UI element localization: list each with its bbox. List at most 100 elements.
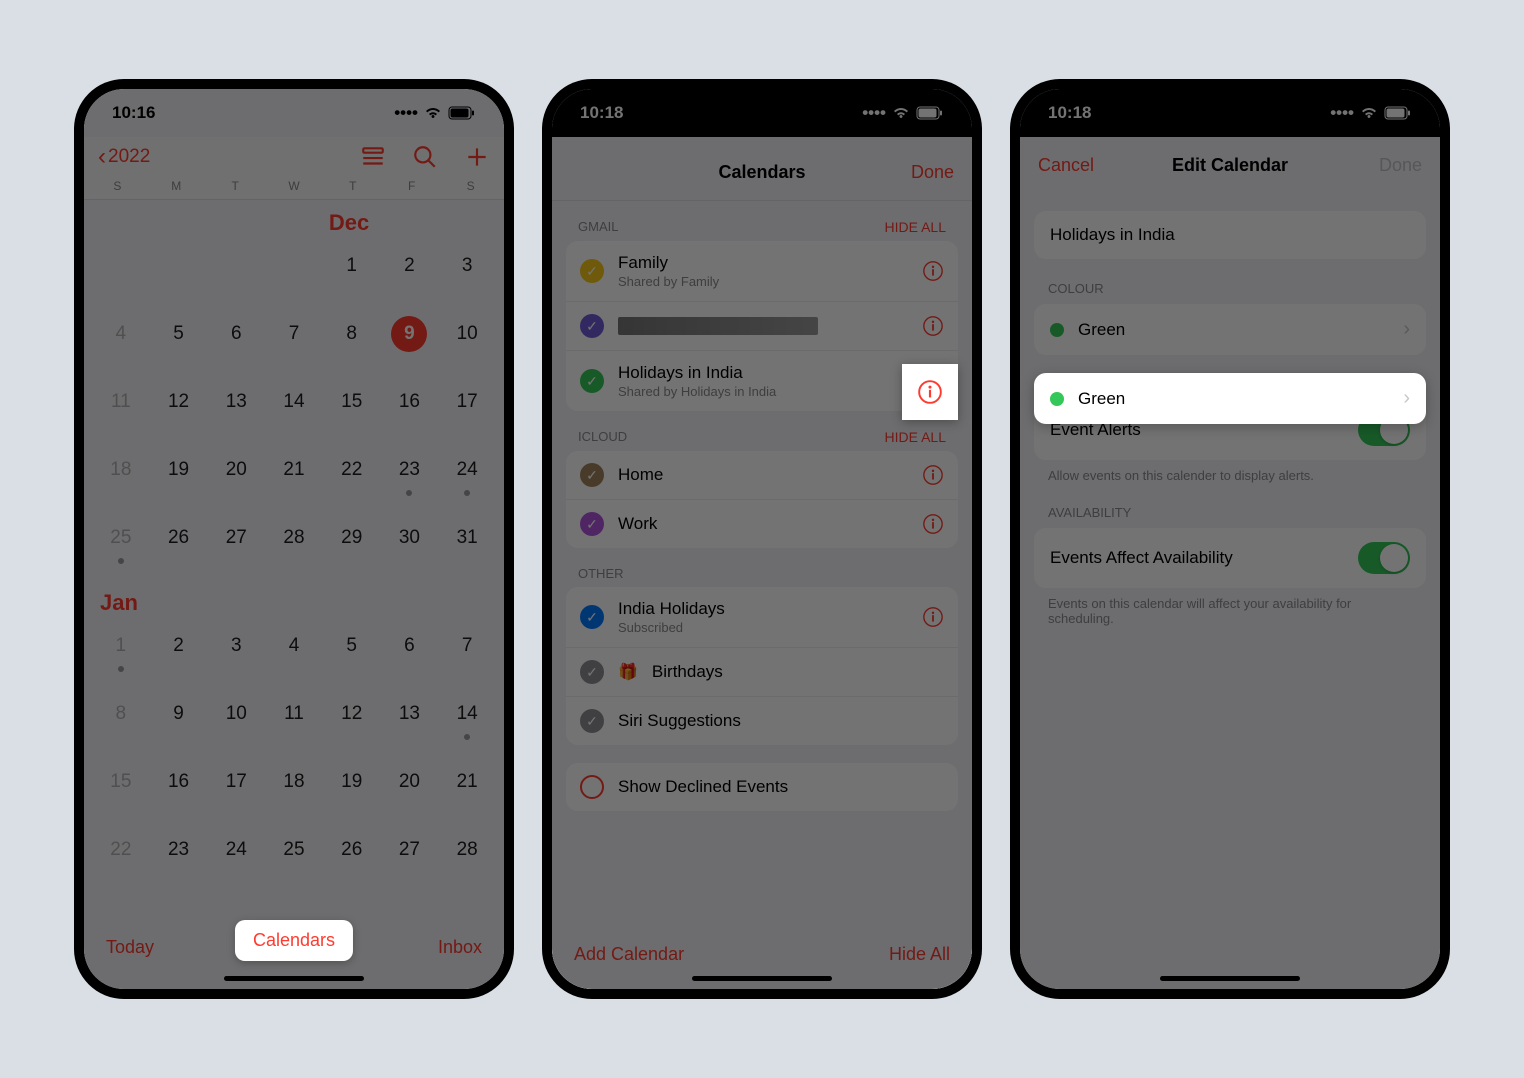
affect-availability-row[interactable]: Events Affect Availability <box>1034 528 1426 588</box>
day-cell[interactable]: 10 <box>438 308 496 376</box>
hide-all-gmail-button[interactable]: HIDE ALL <box>885 219 946 235</box>
day-cell[interactable]: 21 <box>438 756 496 824</box>
add-calendar-button[interactable]: Add Calendar <box>574 944 684 965</box>
show-declined-row[interactable]: Show Declined Events <box>566 763 958 811</box>
day-cell-today[interactable]: 9 <box>381 308 439 376</box>
colour-row[interactable]: Green › <box>1034 304 1426 355</box>
day-cell[interactable]: 18 <box>265 756 323 824</box>
day-cell[interactable]: 22 <box>92 824 150 880</box>
done-button[interactable]: Done <box>911 162 954 183</box>
day-cell[interactable]: 19 <box>150 444 208 512</box>
day-cell[interactable]: 12 <box>150 376 208 444</box>
cancel-button[interactable]: Cancel <box>1038 155 1094 176</box>
calendar-row-india-holidays[interactable]: ✓ India Holidays Subscribed <box>566 587 958 648</box>
day-cell[interactable]: 19 <box>323 756 381 824</box>
day-cell[interactable]: 21 <box>265 444 323 512</box>
home-indicator[interactable] <box>1160 976 1300 981</box>
day-cell[interactable]: 18 <box>92 444 150 512</box>
today-button[interactable]: Today <box>106 937 154 958</box>
day-cell[interactable]: 2 <box>381 240 439 308</box>
day-cell[interactable]: 25 <box>265 824 323 880</box>
calendar-name-field[interactable]: Holidays in India <box>1034 211 1426 259</box>
day-cell[interactable]: 3 <box>438 240 496 308</box>
colour-row-highlight[interactable]: Green › <box>1034 373 1426 424</box>
calendar-row-family[interactable]: ✓ Family Shared by Family <box>566 241 958 302</box>
day-cell[interactable]: 7 <box>265 308 323 376</box>
day-cell[interactable]: 15 <box>323 376 381 444</box>
day-cell[interactable]: 27 <box>381 824 439 880</box>
day-cell[interactable]: 14 <box>265 376 323 444</box>
day-cell[interactable]: 12 <box>323 688 381 756</box>
day-cell[interactable]: 30 <box>381 512 439 580</box>
search-icon[interactable] <box>412 144 438 170</box>
day-cell[interactable]: 13 <box>381 688 439 756</box>
day-cell[interactable]: 6 <box>381 620 439 688</box>
day-cell[interactable]: 4 <box>92 308 150 376</box>
day-cell[interactable]: 20 <box>381 756 439 824</box>
day-cell[interactable]: 25 <box>92 512 150 580</box>
day-cell[interactable]: 31 <box>438 512 496 580</box>
add-event-icon[interactable] <box>464 144 490 170</box>
day-cell[interactable]: 17 <box>207 756 265 824</box>
calendar-row-home[interactable]: ✓ Home <box>566 451 958 500</box>
day-cell[interactable]: 1 <box>323 240 381 308</box>
day-cell[interactable]: 11 <box>265 688 323 756</box>
calendar-row-holidays-india[interactable]: ✓ Holidays in India Shared by Holidays i… <box>566 351 958 411</box>
day-cell[interactable]: 26 <box>323 824 381 880</box>
hide-all-icloud-button[interactable]: HIDE ALL <box>885 429 946 445</box>
radio-unchecked-icon <box>580 775 604 799</box>
inbox-button[interactable]: Inbox <box>438 937 482 958</box>
back-year-button[interactable]: ‹ 2022 <box>98 143 150 171</box>
day-cell[interactable]: 23 <box>150 824 208 880</box>
day-cell[interactable]: 28 <box>438 824 496 880</box>
day-cell[interactable]: 22 <box>323 444 381 512</box>
day-cell[interactable]: 16 <box>381 376 439 444</box>
home-indicator[interactable] <box>224 976 364 981</box>
day-cell[interactable]: 26 <box>150 512 208 580</box>
day-cell[interactable]: 11 <box>92 376 150 444</box>
color-swatch-icon <box>1050 323 1064 337</box>
chevron-left-icon: ‹ <box>98 143 106 171</box>
day-cell[interactable]: 13 <box>207 376 265 444</box>
day-cell[interactable]: 29 <box>323 512 381 580</box>
day-cell[interactable]: 16 <box>150 756 208 824</box>
day-cell[interactable]: 24 <box>438 444 496 512</box>
day-cell[interactable]: 4 <box>265 620 323 688</box>
info-icon[interactable] <box>922 464 944 486</box>
calendar-row-siri[interactable]: ✓ Siri Suggestions <box>566 697 958 745</box>
day-cell[interactable]: 8 <box>92 688 150 756</box>
day-cell[interactable]: 9 <box>150 688 208 756</box>
day-cell[interactable]: 17 <box>438 376 496 444</box>
day-cell[interactable]: 27 <box>207 512 265 580</box>
day-cell[interactable]: 28 <box>265 512 323 580</box>
affect-availability-toggle[interactable] <box>1358 542 1410 574</box>
calendars-button-highlight[interactable]: Calendars <box>235 920 353 961</box>
day-cell[interactable]: 23 <box>381 444 439 512</box>
info-icon[interactable] <box>922 513 944 535</box>
icloud-section-header: ICLOUD <box>578 429 627 445</box>
day-cell[interactable]: 8 <box>323 308 381 376</box>
home-indicator[interactable] <box>692 976 832 981</box>
calendar-row-birthdays[interactable]: ✓ 🎁 Birthdays <box>566 648 958 697</box>
day-cell[interactable]: 1 <box>92 620 150 688</box>
day-cell[interactable]: 3 <box>207 620 265 688</box>
calendar-row-work[interactable]: ✓ Work <box>566 500 958 548</box>
day-cell[interactable]: 5 <box>323 620 381 688</box>
day-cell[interactable]: 5 <box>150 308 208 376</box>
hide-all-button[interactable]: Hide All <box>889 944 950 965</box>
calendar-row-account[interactable]: ✓ <box>566 302 958 351</box>
day-cell[interactable]: 20 <box>207 444 265 512</box>
day-cell[interactable]: 15 <box>92 756 150 824</box>
list-view-icon[interactable] <box>360 144 386 170</box>
day-cell[interactable]: 24 <box>207 824 265 880</box>
day-cell[interactable]: 10 <box>207 688 265 756</box>
info-icon[interactable] <box>922 260 944 282</box>
info-icon[interactable] <box>922 606 944 628</box>
day-cell[interactable]: 14 <box>438 688 496 756</box>
day-cell[interactable]: 7 <box>438 620 496 688</box>
info-button-highlight[interactable] <box>902 364 958 420</box>
day-cell[interactable]: 6 <box>207 308 265 376</box>
day-cell[interactable]: 2 <box>150 620 208 688</box>
info-icon[interactable] <box>922 315 944 337</box>
gmail-section-header: GMAIL <box>578 219 618 235</box>
